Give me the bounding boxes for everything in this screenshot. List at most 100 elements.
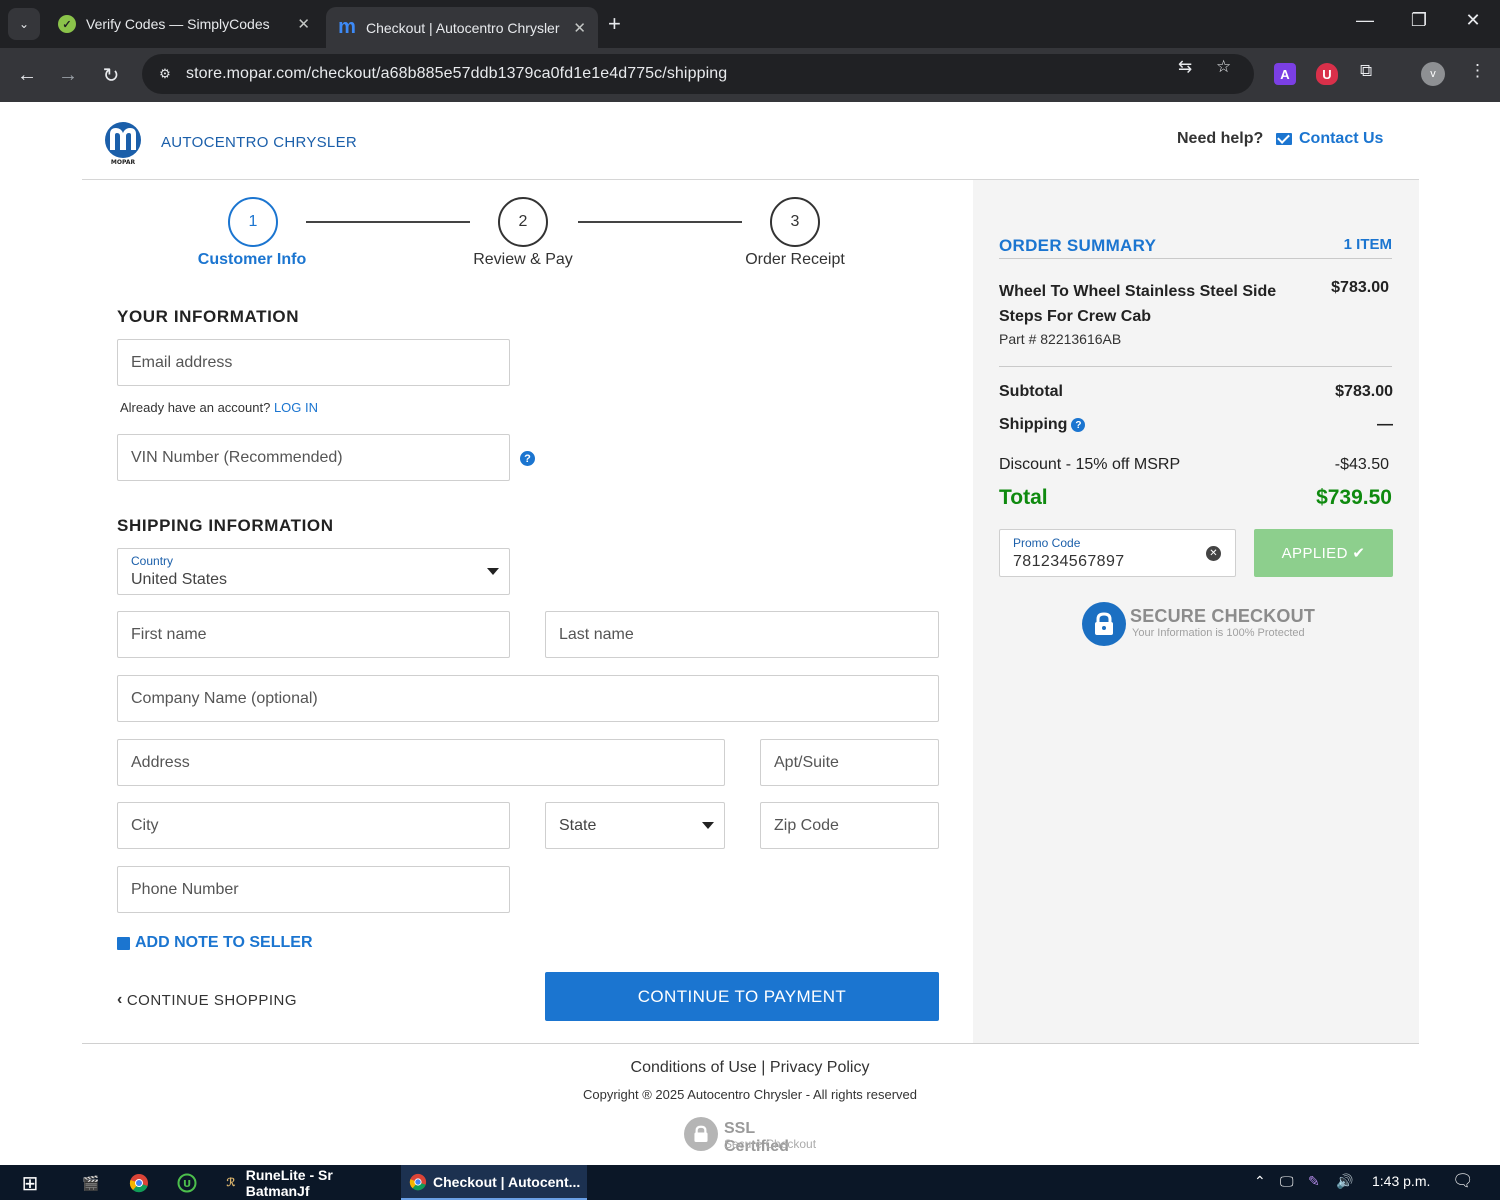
bookmark-star-icon[interactable]: ☆: [1216, 57, 1231, 77]
subtotal-label: Subtotal: [999, 383, 1063, 400]
footer-divider: [82, 1043, 1419, 1044]
last-name-field[interactable]: [545, 611, 939, 658]
first-name-input[interactable]: [118, 612, 509, 657]
company-input[interactable]: [118, 676, 938, 721]
footer-links: Conditions of Use | Privacy Policy: [0, 1059, 1500, 1077]
ssl-certified-badge: SSL Certified Secure Checkout: [684, 1116, 824, 1155]
login-link[interactable]: LOG IN: [274, 400, 318, 415]
city-input[interactable]: [118, 803, 509, 848]
extension-a-icon[interactable]: A: [1274, 63, 1296, 85]
last-name-input[interactable]: [546, 612, 938, 657]
apt-suite-input[interactable]: [761, 740, 938, 785]
continue-to-payment-button[interactable]: CONTINUE TO PAYMENT: [545, 972, 939, 1021]
state-value: State: [559, 817, 597, 834]
shipping-information-heading: SHIPPING INFORMATION: [117, 516, 334, 535]
shipping-row: Shipping ?: [999, 416, 1086, 434]
privacy-policy-link[interactable]: Privacy Policy: [770, 1059, 870, 1076]
vin-field[interactable]: [117, 434, 510, 481]
email-input[interactable]: [118, 340, 509, 385]
contact-us-link[interactable]: Contact Us: [1276, 130, 1383, 148]
arrow-left-icon: ←: [17, 63, 37, 86]
phone-field[interactable]: [117, 866, 510, 913]
zip-code-field[interactable]: [760, 802, 939, 849]
item-part-number: Part # 82213616AB: [999, 331, 1122, 347]
add-note-to-seller-link[interactable]: ADD NOTE TO SELLER: [117, 934, 313, 952]
email-field[interactable]: [117, 339, 510, 386]
new-tab-button[interactable]: +: [608, 10, 621, 38]
address-bar[interactable]: ⚙ store.mopar.com/checkout/a68b885e57ddb…: [142, 54, 1254, 94]
clapperboard-icon[interactable]: 🎬: [79, 1171, 103, 1195]
promo-applied-button[interactable]: APPLIED ✔: [1254, 529, 1393, 577]
apt-suite-field[interactable]: [760, 739, 939, 786]
total-label: Total: [999, 486, 1048, 509]
restore-button[interactable]: ❐: [1404, 10, 1434, 31]
clear-promo-icon[interactable]: ✕: [1206, 546, 1221, 561]
vin-input[interactable]: [118, 435, 509, 480]
chrome-icon[interactable]: [127, 1171, 151, 1195]
taskbar-app-runelite[interactable]: ℛ RuneLite - Sr BatmanJf: [214, 1165, 398, 1200]
tab-title: Verify Codes — SimplyCodes: [86, 16, 270, 32]
zip-code-input[interactable]: [761, 803, 938, 848]
clock[interactable]: 1:43 p.m.: [1372, 1173, 1430, 1189]
site-settings-icon[interactable]: ⚙: [154, 63, 176, 85]
copyright-text: Copyright ® 2025 Autocentro Chrysler - A…: [582, 1087, 917, 1102]
svg-text:U: U: [183, 1179, 191, 1190]
back-button[interactable]: ←: [12, 60, 42, 90]
extensions-puzzle-icon[interactable]: ⧉: [1360, 61, 1372, 81]
speaker-icon[interactable]: 🔊: [1336, 1173, 1353, 1190]
step-1-label: Customer Info: [197, 251, 307, 268]
country-select[interactable]: Country United States: [117, 548, 510, 595]
conditions-of-use-link[interactable]: Conditions of Use: [631, 1059, 757, 1076]
upwork-icon[interactable]: U: [175, 1171, 199, 1195]
continue-shopping-link[interactable]: ‹ CONTINUE SHOPPING: [117, 991, 297, 1009]
tab-checkout[interactable]: m Checkout | Autocentro Chrysler ✕: [326, 7, 598, 48]
taskbar-app-label: RuneLite - Sr BatmanJf: [245, 1166, 333, 1199]
item-price: $783.00: [1331, 279, 1389, 296]
tab-close-icon[interactable]: ✕: [573, 19, 586, 37]
close-window-button[interactable]: ✕: [1458, 10, 1488, 31]
runelite-icon: ℛ: [226, 1177, 236, 1189]
vin-help-icon[interactable]: ?: [520, 451, 535, 466]
browser-toolbar: ← → ↻ ⚙ store.mopar.com/checkout/a68b885…: [0, 48, 1500, 102]
state-select[interactable]: State: [545, 802, 725, 849]
company-field[interactable]: [117, 675, 939, 722]
taskbar-app-label: Checkout | Autocent...: [433, 1173, 581, 1190]
promo-code-field[interactable]: Promo Code 781234567897 ✕: [999, 529, 1236, 577]
reload-icon: ↻: [102, 64, 120, 87]
step-connector: [578, 221, 742, 223]
store-name[interactable]: AUTOCENTRO CHRYSLER: [161, 134, 357, 151]
address-input[interactable]: [118, 740, 724, 785]
browser-menu-icon[interactable]: ⋮: [1469, 61, 1486, 81]
your-information-heading: YOUR INFORMATION: [117, 307, 300, 326]
address-field[interactable]: [117, 739, 725, 786]
first-name-field[interactable]: [117, 611, 510, 658]
ssl-lock-icon: [684, 1117, 718, 1151]
profile-avatar[interactable]: v: [1421, 62, 1445, 86]
tab-close-icon[interactable]: ✕: [297, 15, 310, 33]
mopar-logo[interactable]: MOPAR: [100, 120, 146, 166]
translate-icon[interactable]: ⇆: [1178, 57, 1192, 77]
reload-button[interactable]: ↻: [96, 60, 126, 90]
taskbar-app-chrome[interactable]: Checkout | Autocent...: [401, 1165, 587, 1200]
chevron-left-icon: ‹: [117, 991, 123, 1008]
phone-input[interactable]: [118, 867, 509, 912]
contact-label: Contact Us: [1299, 130, 1384, 147]
tray-chevron-up-icon[interactable]: ⌃: [1254, 1173, 1266, 1190]
pen-feather-icon[interactable]: ✎: [1308, 1173, 1320, 1190]
minimize-button[interactable]: —: [1350, 10, 1380, 31]
start-grid-icon[interactable]: ⊞: [18, 1171, 42, 1195]
tab-simplycodes[interactable]: ✓ Verify Codes — SimplyCodes ✕: [46, 7, 322, 41]
step-3-label: Order Receipt: [745, 251, 845, 268]
step-2-label: Review & Pay: [473, 251, 573, 268]
ublock-shield-icon[interactable]: U: [1316, 63, 1338, 85]
forward-button[interactable]: →: [53, 60, 83, 90]
order-summary-panel: ORDER SUMMARY 1 ITEM Wheel To Wheel Stai…: [973, 180, 1419, 1043]
promo-code-value[interactable]: 781234567897: [1013, 553, 1125, 571]
url-text[interactable]: store.mopar.com/checkout/a68b885e57ddb13…: [186, 65, 727, 83]
network-icon[interactable]: 🖵: [1280, 1173, 1294, 1190]
city-field[interactable]: [117, 802, 510, 849]
shipping-help-icon[interactable]: ?: [1071, 418, 1086, 432]
checkmark-icon: ✔: [1352, 545, 1366, 562]
tab-search-button[interactable]: ⌄: [8, 8, 40, 40]
notifications-icon[interactable]: 🗨: [1452, 1171, 1474, 1191]
